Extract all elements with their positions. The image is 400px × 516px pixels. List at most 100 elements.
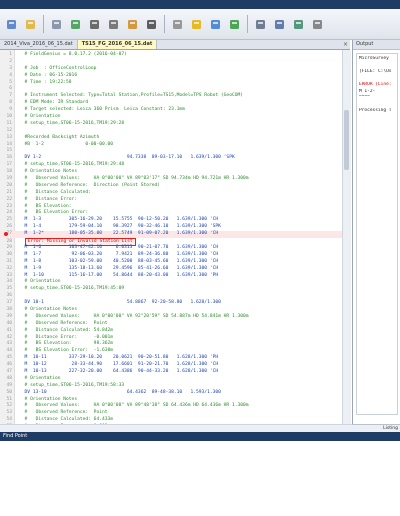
- more2-icon[interactable]: [311, 18, 324, 31]
- code-line[interactable]: 46 M 10-12 28-33-44.90 17.6601 91-20-21.…: [0, 362, 342, 369]
- toolbar-separator: [164, 15, 165, 33]
- debug-icon[interactable]: [209, 18, 222, 31]
- line-text: # setup_time,ST06-15-2016,TM19:29:48: [19, 162, 125, 168]
- cut-icon[interactable]: [107, 18, 120, 31]
- code-line[interactable]: 5 # Time : 19:22:58: [0, 80, 342, 87]
- check-icon[interactable]: [228, 18, 241, 31]
- line-number: 1: [9, 52, 12, 57]
- code-line[interactable]: 50 DV 13-10 64.4362 89-48-38.10 1.593/1.…: [0, 390, 342, 397]
- code-line[interactable]: 13 #Recorded Backsight Azimuth: [0, 135, 342, 142]
- line-number: 50: [6, 389, 12, 395]
- code-line[interactable]: 48 # Orientation: [0, 376, 342, 383]
- line-number: 10: [6, 114, 12, 120]
- line-text: # Distance Calculated:: [19, 189, 91, 195]
- settings-icon[interactable]: [254, 18, 267, 31]
- line-text: M 1-6 103-47-42.10 6.0313 90-21-07.70 1.…: [19, 244, 219, 250]
- code-line[interactable]: 35 # setup_time,ST06-15-2016,TM19:45:09: [0, 286, 342, 293]
- line-text: # setup_time,ST06-15-2016,TM19:58:33: [19, 382, 125, 388]
- line-text: [12, 86, 19, 91]
- code-line[interactable]: 29 M 1-6 103-47-42.10 6.0313 90-21-07.70…: [0, 245, 342, 252]
- line-text: #B 1-2 0-00-00.00: [19, 141, 114, 147]
- code-line[interactable]: 54 # Distance Calculated: 64.433m: [0, 417, 342, 424]
- line-number: 12: [6, 127, 12, 133]
- code-line[interactable]: 1 # FieldGenius = 8.0.17.2 (2016-04-07): [0, 52, 342, 59]
- status-text: Find Point: [3, 433, 28, 439]
- code-line[interactable]: 38 # Orientation Notes: [0, 307, 342, 314]
- save-icon[interactable]: [88, 18, 101, 31]
- line-text: # Distance Error: -0.001m: [19, 334, 114, 340]
- tab-2014-viva[interactable]: 2014_Viva_2016_06_15.dat: [0, 40, 78, 49]
- line-text: M 1-3 305-16-29.20 15.5755 90-12-50.20 1…: [19, 217, 219, 223]
- line-text: # Job : OfficeControlLoop: [19, 65, 97, 71]
- code-line[interactable]: 21 # Distance Calculated:: [0, 190, 342, 197]
- open-file-icon[interactable]: [24, 18, 37, 31]
- tab-label: 2014_Viva_2016_06_15.dat: [4, 41, 73, 47]
- code-line[interactable]: 9 # Target selected: Leica 360 Prism Lei…: [0, 107, 342, 114]
- line-number: 29: [6, 244, 12, 250]
- code-line[interactable]: 47 M 10-13 227-32-20.00 64.4386 90-44-33…: [0, 369, 342, 376]
- new-file-icon[interactable]: [5, 18, 18, 31]
- print-icon[interactable]: [145, 18, 158, 31]
- code-line[interactable]: 10 # Orientation: [0, 114, 342, 121]
- line-text: M 1-4 179-59-04.10 98.3927 90-32-46.10 1…: [19, 224, 221, 230]
- table-icon[interactable]: [273, 18, 286, 31]
- line-number: 31: [6, 258, 12, 264]
- line-text: # Orientation Notes: [19, 169, 78, 175]
- copy-icon[interactable]: [50, 18, 63, 31]
- more-icon[interactable]: [171, 18, 184, 31]
- line-number: 47: [6, 368, 12, 374]
- code-line[interactable]: 11 # setup_time,ST06-15-2016,TM19:29:28: [0, 121, 342, 128]
- code-line[interactable]: 2: [0, 59, 342, 66]
- tab-ts15-fg[interactable]: TS15_FG_2016_06_15.dat: [77, 40, 158, 49]
- line-text: # Distance Error:: [19, 196, 78, 202]
- line-number: 13: [6, 134, 12, 140]
- output-text[interactable]: MicroSurvey [FILE: C:\Us ERROR [Line: M 1-2…: [356, 53, 398, 415]
- code-line[interactable]: 30 M 1-7 92-06-03.20 7.9421 89-24-36.80 …: [0, 252, 342, 259]
- code-editor[interactable]: 1 # FieldGenius = 8.0.17.2 (2016-04-07) 2…: [0, 50, 342, 424]
- line-text: # Instrument Selected: Type=Total Statio…: [19, 93, 244, 99]
- line-text: #Recorded Backsight Azimuth: [19, 134, 100, 140]
- line-text: # Date : 06-15-2016: [19, 72, 78, 78]
- line-number: 41: [6, 327, 12, 333]
- code-line[interactable]: 19 # Observed Values: HA 0°00'00" VA 89°…: [0, 176, 342, 183]
- line-text: [12, 293, 19, 298]
- code-line[interactable]: 28 Error: Missing or Invalid Station Lis…: [0, 238, 342, 246]
- code-line[interactable]: 37 DV 10-1 54.8867 92-20-58.80 1.628/1.3…: [0, 300, 342, 307]
- line-text: M 10-11 337-29-10.20 20.0621 90-20-51.80…: [19, 355, 219, 361]
- toolbar-separator: [247, 15, 248, 33]
- code-line[interactable]: 22 # Distance Error:: [0, 197, 342, 204]
- close-tab-icon[interactable]: ×: [343, 40, 348, 49]
- line-number: 32: [6, 265, 12, 271]
- code-line[interactable]: 31 M 1-8 103-02-59.00 40.5200 88-03-45.6…: [0, 259, 342, 266]
- code-line[interactable]: 14 #B 1-2 0-00-00.00: [0, 142, 342, 149]
- line-number: 38: [6, 306, 12, 312]
- editor-vertical-scrollbar[interactable]: [342, 50, 351, 424]
- line-number: 20: [6, 182, 12, 188]
- code-line[interactable]: 41 # Distance Calculated: 54.842m: [0, 328, 342, 335]
- code-line[interactable]: 39 # Observed Values: HA 0°00'00" VA 92°…: [0, 314, 342, 321]
- line-text: # BS Elevation:: [19, 203, 72, 209]
- line-text: M 1-2* 180-05-35.80 22.5749 91-09-07.20 …: [19, 231, 219, 237]
- line-text: # setup_time,ST06-15-2016,TM19:45:09: [19, 286, 125, 292]
- line-text: # Observed Reference: Direction (Point S…: [19, 182, 161, 188]
- code-line[interactable]: 32 M 1-9 135-18-13.60 29.4596 85-41-26.6…: [0, 266, 342, 273]
- line-text: # Observed Values: HA 0°00'00" VA 89°03'…: [19, 176, 249, 182]
- line-text: # Target selected: Leica 360 Prism Leica…: [19, 107, 185, 113]
- paste-icon[interactable]: [126, 18, 139, 31]
- grid-icon[interactable]: [292, 18, 305, 31]
- run-icon[interactable]: [190, 18, 203, 31]
- code-line[interactable]: 20 # Observed Reference: Direction (Poin…: [0, 183, 342, 190]
- code-line[interactable]: 12: [0, 128, 342, 135]
- export-icon[interactable]: [69, 18, 82, 31]
- code-line[interactable]: 18 # Orientation Notes: [0, 169, 342, 176]
- scrollbar-thumb[interactable]: [344, 110, 349, 170]
- line-text: # Distance Calculated: 64.433m: [19, 417, 114, 423]
- code-line[interactable]: 4 # Date : 06-15-2016: [0, 73, 342, 80]
- line-text: # Distance Calculated: 54.842m: [19, 327, 114, 333]
- code-line[interactable]: 40 # Observed Reference: Point: [0, 321, 342, 328]
- code-line[interactable]: 49 # setup_time,ST06-15-2016,TM19:58:33: [0, 383, 342, 390]
- code-line[interactable]: 3 # Job : OfficeControlLoop: [0, 66, 342, 73]
- line-number: 37: [6, 300, 12, 306]
- line-number: 4: [9, 72, 12, 78]
- code-line[interactable]: 27 M 1-2* 180-05-35.80 22.5749 91-09-07.…: [0, 231, 342, 239]
